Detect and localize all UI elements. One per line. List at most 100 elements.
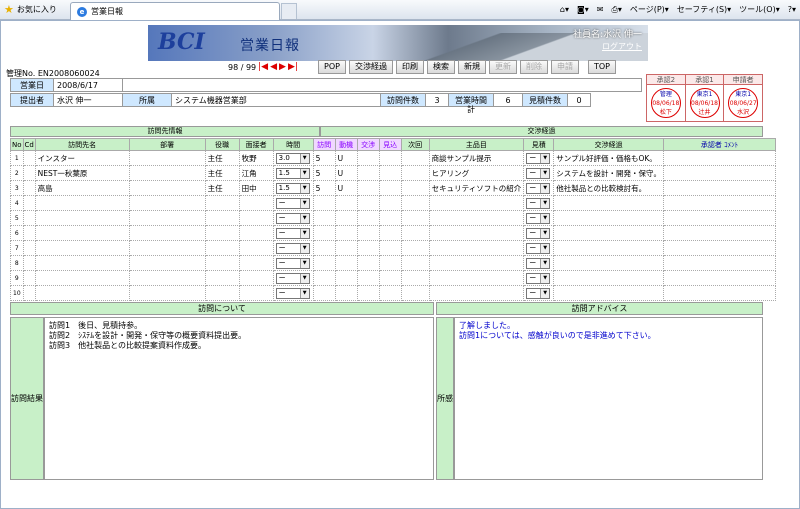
dropdown-select[interactable]: ー <box>526 257 551 269</box>
row-visit[interactable] <box>312 240 336 256</box>
dropdown-select[interactable]: ー <box>275 272 310 284</box>
print-icon[interactable]: ⎙▾ <box>611 5 621 15</box>
dropdown-select[interactable]: ー <box>275 242 310 254</box>
row-time-select[interactable]: ー <box>272 195 314 211</box>
row-dept[interactable] <box>128 240 206 256</box>
help-icon[interactable]: ? ▾ <box>788 5 796 14</box>
top-button[interactable]: TOP <box>587 60 616 74</box>
row-dept[interactable] <box>128 210 206 226</box>
row-comment[interactable] <box>662 255 776 271</box>
row-role[interactable] <box>204 270 240 286</box>
row-time-select[interactable]: 1.5 <box>272 180 314 196</box>
row-role[interactable] <box>204 285 240 301</box>
row-cd[interactable] <box>22 285 36 301</box>
row-progress[interactable]: システムを設計・開発・保守。 <box>553 165 664 181</box>
row-next[interactable] <box>400 225 430 241</box>
dropdown-select[interactable]: ー <box>526 182 551 194</box>
dropdown-select[interactable]: 1.5 <box>275 182 310 194</box>
row-estimate-select[interactable]: ー <box>523 270 555 286</box>
row-comment[interactable] <box>662 195 776 211</box>
row-estimate-select[interactable]: ー <box>523 165 555 181</box>
row-person[interactable] <box>238 255 274 271</box>
first-page-icon[interactable]: |◀ <box>258 62 268 72</box>
search-button[interactable]: 検索 <box>426 60 455 74</box>
row-person[interactable]: 田中 <box>238 180 274 196</box>
row-nego[interactable] <box>356 270 380 286</box>
row-dept[interactable] <box>128 255 206 271</box>
row-visit[interactable] <box>312 270 336 286</box>
row-comment[interactable] <box>662 285 776 301</box>
row-estimate-select[interactable]: ー <box>523 210 555 226</box>
row-comment[interactable] <box>662 165 776 181</box>
dropdown-select[interactable]: ー <box>526 227 551 239</box>
row-nego[interactable] <box>356 225 380 241</box>
update-button[interactable]: 更新 <box>488 60 517 74</box>
dropdown-select[interactable]: ー <box>275 227 310 239</box>
row-person[interactable] <box>238 270 274 286</box>
row-time-select[interactable]: ー <box>272 255 314 271</box>
result-textarea[interactable]: 訪問1 後日、見積持参。 訪問2 ｼｽﾃﾑを設計・開発・保守等の概要資料提出要。… <box>44 317 434 480</box>
row-item[interactable] <box>428 225 525 241</box>
row-person[interactable]: 牧野 <box>238 150 274 166</box>
row-progress[interactable]: サンプル好評価・価格もOK。 <box>553 150 664 166</box>
new-tab-button[interactable] <box>281 3 297 19</box>
browser-tab[interactable]: e 営業日報 <box>70 2 280 20</box>
row-progress[interactable]: 他社製品との比較検討有。 <box>553 180 664 196</box>
row-next[interactable] <box>400 195 430 211</box>
apply-button[interactable]: 申請 <box>550 60 579 74</box>
row-nego[interactable] <box>356 195 380 211</box>
row-person[interactable] <box>238 225 274 241</box>
row-prospect[interactable] <box>378 150 402 166</box>
row-prospect[interactable] <box>378 210 402 226</box>
row-next[interactable] <box>400 255 430 271</box>
row-time-select[interactable]: ー <box>272 225 314 241</box>
menu-safety[interactable]: セーフティ(S) ▾ <box>677 4 731 15</box>
dropdown-select[interactable]: ー <box>526 167 551 179</box>
row-cd[interactable] <box>22 195 36 211</box>
row-dept[interactable] <box>128 165 206 181</box>
row-item[interactable] <box>428 210 525 226</box>
row-nego[interactable] <box>356 255 380 271</box>
row-prospect[interactable] <box>378 240 402 256</box>
row-name[interactable] <box>34 240 130 256</box>
row-name[interactable] <box>34 285 130 301</box>
row-cd[interactable] <box>22 165 36 181</box>
row-role[interactable] <box>204 210 240 226</box>
row-role[interactable] <box>204 195 240 211</box>
row-time-select[interactable]: ー <box>272 210 314 226</box>
row-role[interactable] <box>204 255 240 271</box>
row-dept[interactable] <box>128 150 206 166</box>
row-item[interactable]: セキュリティソフトの紹介 <box>428 180 525 196</box>
row-name[interactable]: インスター <box>34 150 130 166</box>
row-name[interactable] <box>34 195 130 211</box>
row-person[interactable]: 江角 <box>238 165 274 181</box>
dropdown-select[interactable]: ー <box>275 212 310 224</box>
row-name[interactable] <box>34 255 130 271</box>
last-page-icon[interactable]: ▶| <box>288 62 298 72</box>
row-next[interactable] <box>400 210 430 226</box>
dropdown-select[interactable]: ー <box>526 212 551 224</box>
row-cd[interactable] <box>22 255 36 271</box>
row-time-select[interactable]: ー <box>272 240 314 256</box>
row-name[interactable] <box>34 225 130 241</box>
dropdown-select[interactable]: ー <box>275 287 310 299</box>
row-motive[interactable] <box>334 240 358 256</box>
row-prospect[interactable] <box>378 255 402 271</box>
row-motive[interactable] <box>334 270 358 286</box>
row-role[interactable] <box>204 225 240 241</box>
row-item[interactable] <box>428 285 525 301</box>
favorites-button[interactable]: ★ お気に入り <box>4 4 57 15</box>
row-nego[interactable] <box>356 240 380 256</box>
dropdown-select[interactable]: ー <box>526 152 551 164</box>
biz-date-value[interactable]: 2008/6/17 <box>53 78 123 92</box>
row-motive[interactable] <box>334 225 358 241</box>
row-next[interactable] <box>400 270 430 286</box>
row-motive[interactable]: U <box>334 150 358 166</box>
row-progress[interactable] <box>553 285 664 301</box>
dropdown-select[interactable]: 1.5 <box>275 167 310 179</box>
row-progress[interactable] <box>553 225 664 241</box>
row-progress[interactable] <box>553 210 664 226</box>
row-time-select[interactable]: 3.0 <box>272 150 314 166</box>
row-item[interactable] <box>428 240 525 256</box>
dropdown-select[interactable]: ー <box>526 272 551 284</box>
